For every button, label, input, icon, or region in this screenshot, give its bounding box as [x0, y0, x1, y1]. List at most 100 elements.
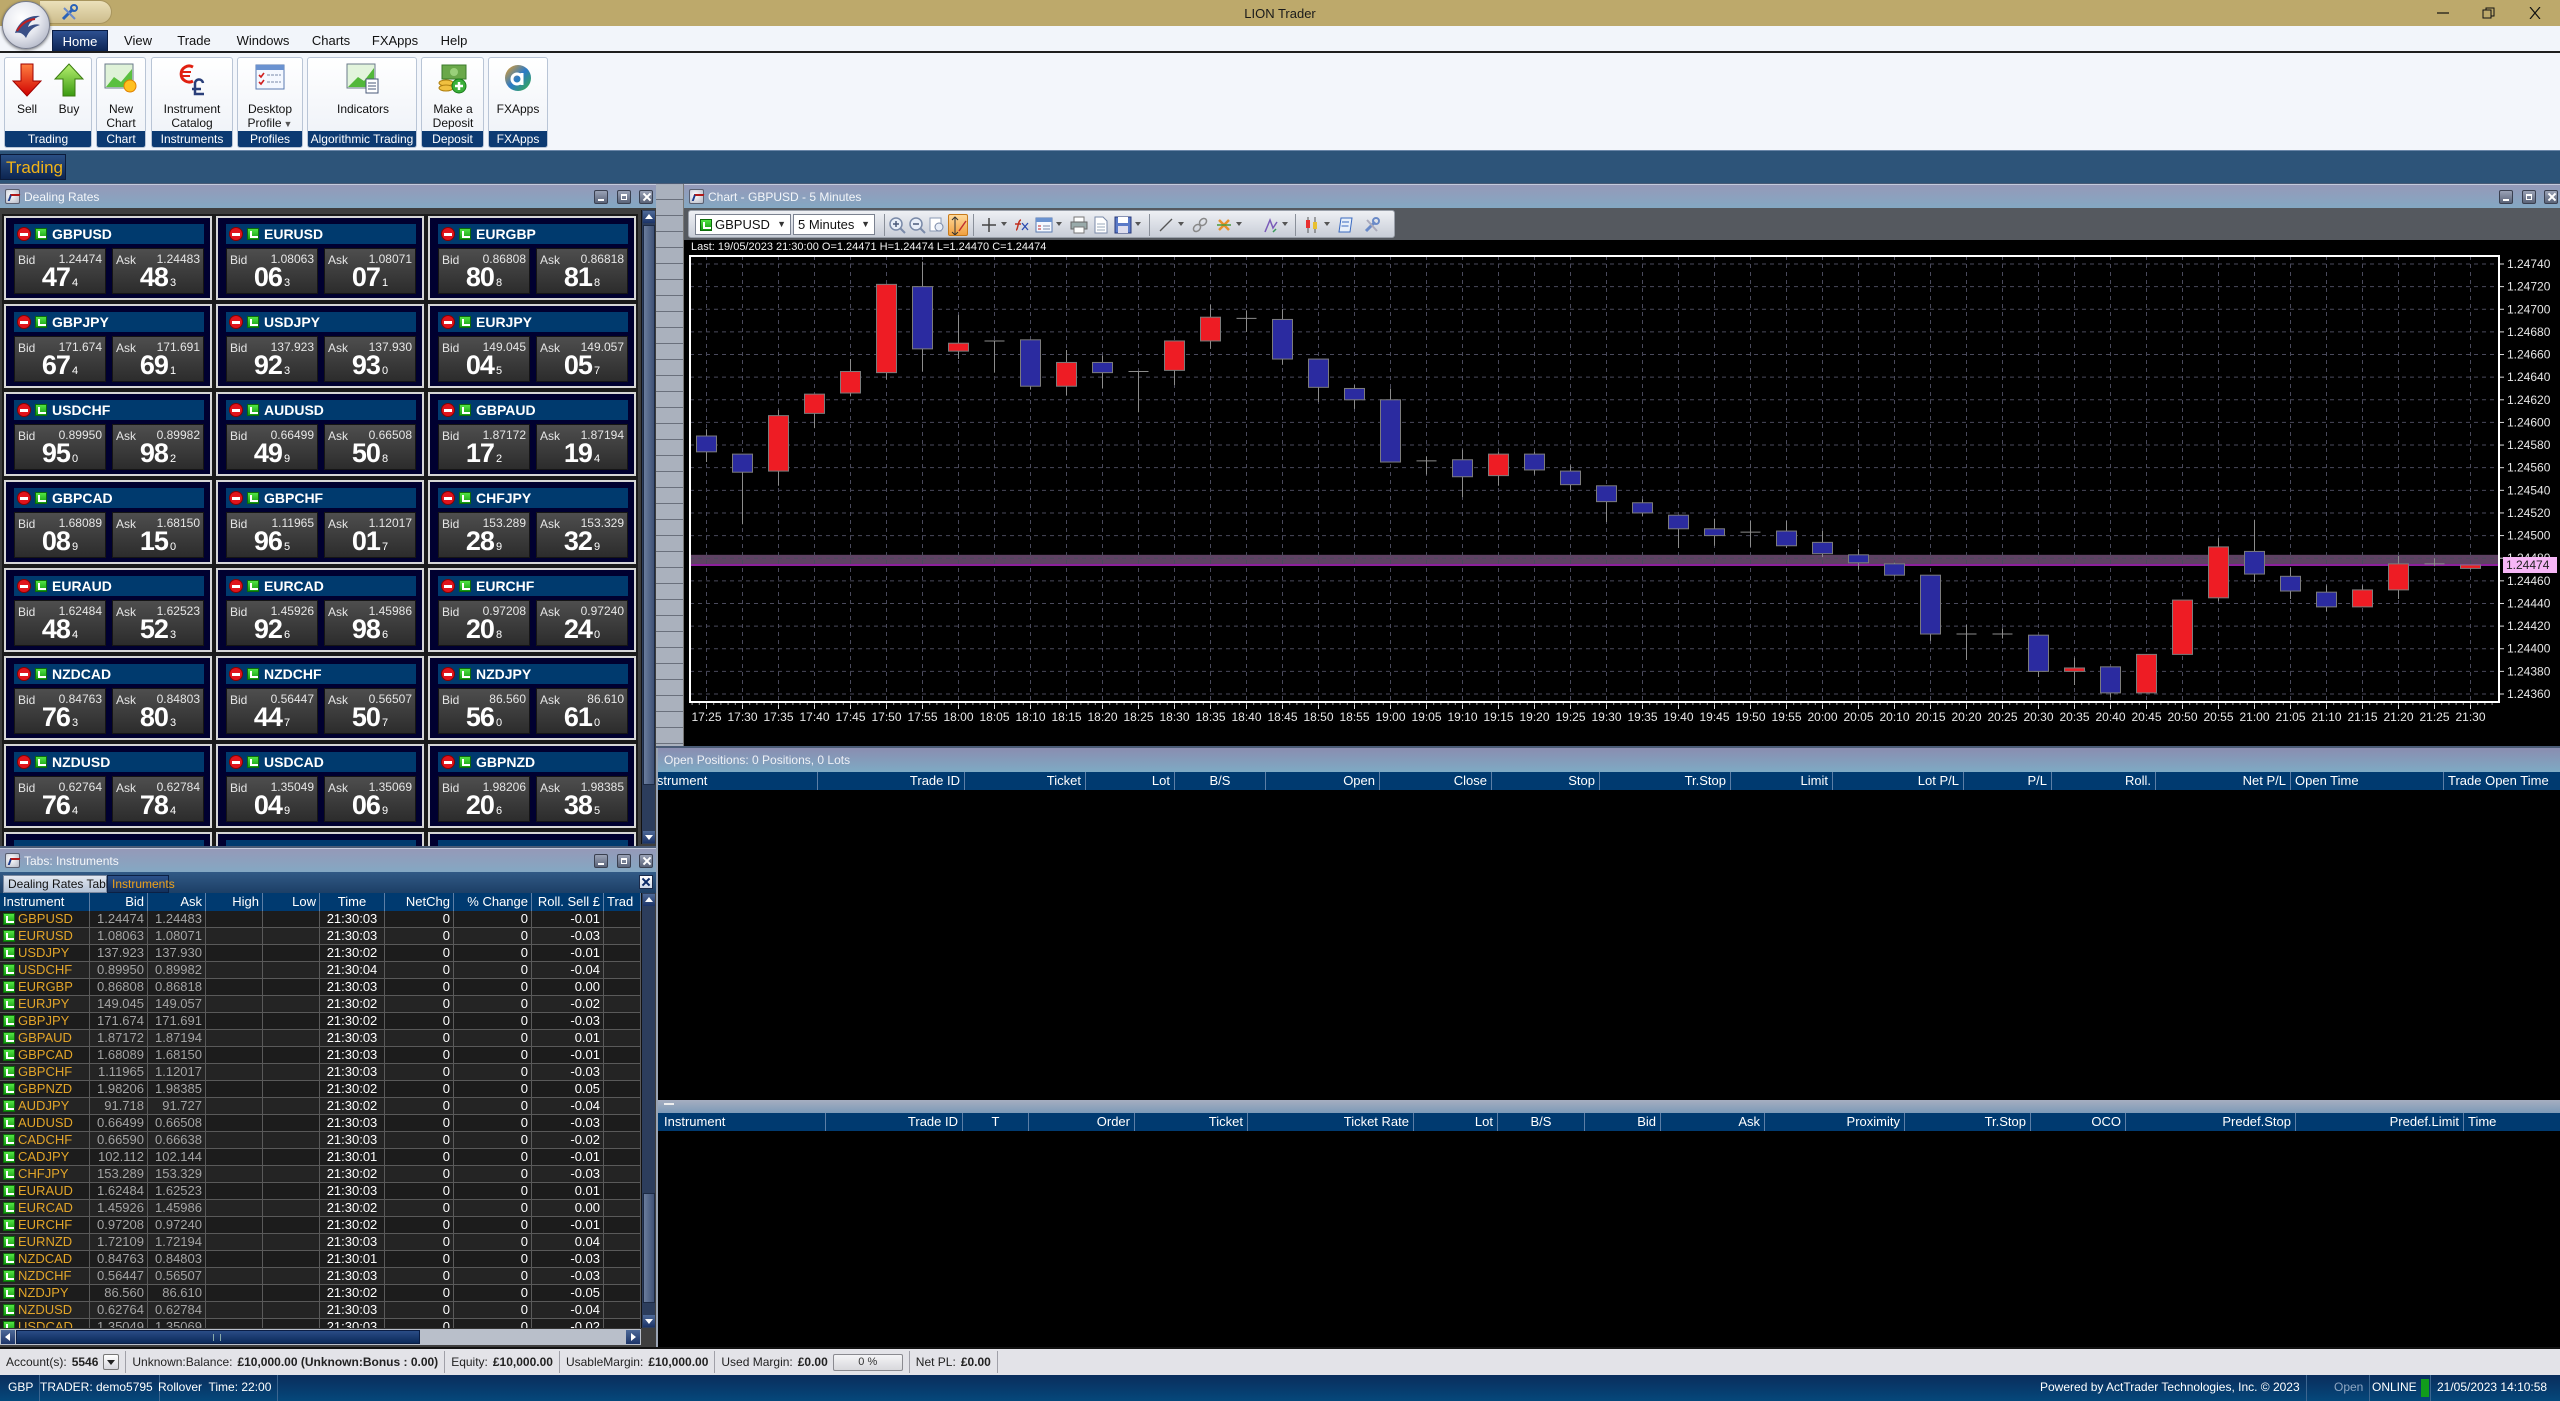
scroll-left-icon[interactable] [1, 1330, 15, 1344]
minimize-panel-button[interactable] [594, 854, 608, 868]
scroll-down-icon[interactable] [643, 1315, 655, 1327]
instruments-horizontal-scrollbar[interactable] [0, 1328, 641, 1345]
bid-rate-button[interactable]: Bid 1.24474 47 4 [14, 248, 106, 294]
close-chart-button[interactable] [2544, 190, 2558, 204]
template-dropdown[interactable] [1056, 222, 1062, 226]
column-header[interactable]: Close [1380, 772, 1492, 790]
table-row[interactable]: GBPAUD 1.87172 1.87194 21:30:03 0 0 0.01 [0, 1030, 641, 1047]
ask-rate-button[interactable]: Ask 0.89982 98 2 [112, 424, 204, 470]
dealing-rate-tile[interactable]: GBPAUD Bid 1.87172 17 2 Ask 1.87194 19 4 [426, 390, 638, 478]
table-row[interactable]: GBPCHF 1.11965 1.12017 21:30:03 0 0 -0.03 [0, 1064, 641, 1081]
column-header[interactable]: B/S [1498, 1113, 1585, 1131]
chart-title-bar[interactable]: Chart - GBPUSD - 5 Minutes [684, 184, 2560, 208]
column-header[interactable]: Time [2464, 1113, 2560, 1131]
table-row[interactable]: USDJPY 137.923 137.930 21:30:02 0 0 -0.01 [0, 945, 641, 962]
column-header[interactable]: Order [1029, 1113, 1135, 1131]
restore-window-button[interactable] [2466, 0, 2512, 26]
account-dropdown-button[interactable] [103, 1354, 120, 1370]
disable-instrument-icon[interactable] [229, 667, 243, 681]
table-row[interactable]: CHFJPY 153.289 153.329 21:30:02 0 0 -0.03 [0, 1166, 641, 1183]
horizontal-scroll-thumb[interactable] [16, 1330, 420, 1344]
disable-instrument-icon[interactable] [229, 403, 243, 417]
dealing-rates-scrollbar[interactable] [641, 210, 655, 844]
column-header[interactable]: P/L [1964, 772, 2052, 790]
page-icon[interactable] [1092, 216, 1110, 234]
dealing-rate-tile[interactable]: EURCHF Bid 0.97208 20 8 Ask 0.97240 24 0 [426, 566, 638, 654]
table-row[interactable]: GBPNZD 1.98206 1.98385 21:30:02 0 0 0.05 [0, 1081, 641, 1098]
column-header[interactable]: Ask [148, 893, 206, 911]
minimize-panel-button[interactable] [594, 190, 608, 204]
column-header[interactable]: Open [1266, 772, 1380, 790]
line-tool-icon[interactable] [1157, 216, 1175, 234]
column-header[interactable]: Trad [604, 893, 641, 911]
bid-rate-button[interactable]: Bid 171.674 67 4 [14, 336, 106, 382]
ribbon-tab-windows[interactable]: Windows [231, 30, 295, 51]
disable-instrument-icon[interactable] [441, 227, 455, 241]
ask-rate-button[interactable]: Ask 1.68150 15 0 [112, 512, 204, 558]
indicators-button[interactable]: Indicators [328, 58, 398, 132]
bid-rate-button[interactable]: Bid 0.86808 80 8 [438, 248, 530, 294]
dealing-rate-tile[interactable]: GBPJPY Bid 171.674 67 4 Ask 171.691 69 1 [2, 302, 214, 390]
timeframe-select[interactable]: 5 Minutes ▼ [793, 214, 875, 235]
ask-rate-button[interactable]: Ask 171.691 69 1 [112, 336, 204, 382]
save-dropdown[interactable] [1135, 222, 1141, 226]
dealing-rate-tile-partial[interactable] [2, 830, 214, 846]
dealing-rates-title-bar[interactable]: Dealing Rates [0, 184, 656, 208]
bid-rate-button[interactable]: Bid 137.923 92 3 [226, 336, 318, 382]
dealing-rate-tile[interactable]: EURUSD Bid 1.08063 06 3 Ask 1.08071 07 1 [214, 214, 426, 302]
column-header[interactable]: Stop [1492, 772, 1600, 790]
column-header[interactable]: Instrument [660, 1113, 826, 1131]
dealing-rate-tile[interactable]: GBPCHF Bid 1.11965 96 5 Ask 1.12017 01 7 [214, 478, 426, 566]
ribbon-tab-home[interactable]: Home [52, 30, 108, 51]
close-window-button[interactable] [2512, 0, 2558, 26]
table-row[interactable]: USDCHF 0.89950 0.89982 21:30:04 0 0 -0.04 [0, 962, 641, 979]
table-row[interactable]: NZDCAD 0.84763 0.84803 21:30:01 0 0 -0.03 [0, 1251, 641, 1268]
price-chart[interactable]: 1.24740 1.24720 1.24700 1.24680 1.24660 1.246… [684, 252, 2560, 742]
bid-rate-button[interactable]: Bid 0.66499 49 9 [226, 424, 318, 470]
bid-rate-button[interactable]: Bid 1.87172 17 2 [438, 424, 530, 470]
quick-access-tools-button[interactable] [40, 0, 112, 24]
disable-instrument-icon[interactable] [441, 755, 455, 769]
template-icon[interactable] [1035, 216, 1053, 234]
table-row[interactable]: AUDJPY 91.718 91.727 21:30:02 0 0 -0.04 [0, 1098, 641, 1115]
disable-instrument-icon[interactable] [17, 315, 31, 329]
zoom-out-icon[interactable] [908, 216, 926, 234]
disable-instrument-icon[interactable] [229, 579, 243, 593]
dealing-rate-tile[interactable]: EURGBP Bid 0.86808 80 8 Ask 0.86818 81 8 [426, 214, 638, 302]
close-tab-icon[interactable] [639, 875, 653, 889]
column-header[interactable]: Lot [1414, 1113, 1498, 1131]
table-row[interactable]: CADJPY 102.112 102.144 21:30:01 0 0 -0.01 [0, 1149, 641, 1166]
dealing-rate-tile[interactable]: NZDCAD Bid 0.84763 76 3 Ask 0.84803 80 3 [2, 654, 214, 742]
ribbon-tab-charts[interactable]: Charts [306, 30, 356, 51]
ask-rate-button[interactable]: Ask 149.057 05 7 [536, 336, 628, 382]
table-row[interactable]: NZDUSD 0.62764 0.62784 21:30:03 0 0 -0.04 [0, 1302, 641, 1319]
table-row[interactable]: USDCAD 1.35049 1.35069 21:30:03 0 0 -0.02 [0, 1319, 641, 1328]
column-header[interactable]: High [206, 893, 263, 911]
column-header[interactable]: Open Time [2291, 772, 2444, 790]
disable-instrument-icon[interactable] [441, 315, 455, 329]
dealing-rate-tile-partial[interactable] [426, 830, 638, 846]
table-row[interactable]: GBPJPY 171.674 171.691 21:30:02 0 0 -0.03 [0, 1013, 641, 1030]
column-header[interactable]: Trade ID [818, 772, 965, 790]
disable-instrument-icon[interactable] [17, 579, 31, 593]
table-row[interactable]: GBPCAD 1.68089 1.68150 21:30:03 0 0 -0.01 [0, 1047, 641, 1064]
ask-rate-button[interactable]: Ask 1.45986 98 6 [324, 600, 416, 646]
column-header[interactable]: Instrument [658, 772, 818, 790]
table-row[interactable]: CADCHF 0.66590 0.66638 21:30:03 0 0 -0.02 [0, 1132, 641, 1149]
fxapps-button[interactable]: FXApps [492, 58, 544, 132]
bid-rate-button[interactable]: Bid 0.89950 95 0 [14, 424, 106, 470]
table-row[interactable]: EURAUD 1.62484 1.62523 21:30:03 0 0 0.01 [0, 1183, 641, 1200]
scroll-up-icon[interactable] [643, 211, 655, 223]
script-icon[interactable] [1337, 216, 1355, 234]
line-tool-dropdown[interactable] [1178, 222, 1184, 226]
workspace-tab-trading[interactable]: Trading [0, 154, 66, 180]
column-header[interactable]: Predef.Limit [2296, 1113, 2464, 1131]
ask-rate-button[interactable]: Ask 86.610 61 0 [536, 688, 628, 734]
dealing-rate-tile[interactable]: EURCAD Bid 1.45926 92 6 Ask 1.45986 98 6 [214, 566, 426, 654]
disable-instrument-icon[interactable] [441, 667, 455, 681]
column-header[interactable]: Tr.Stop [1905, 1113, 2031, 1131]
column-header[interactable]: % Change [454, 893, 532, 911]
scroll-thumb[interactable] [643, 1193, 655, 1303]
dealing-rate-tile[interactable]: EURJPY Bid 149.045 04 5 Ask 149.057 05 7 [426, 302, 638, 390]
ask-rate-button[interactable]: Ask 1.35069 06 9 [324, 776, 416, 822]
